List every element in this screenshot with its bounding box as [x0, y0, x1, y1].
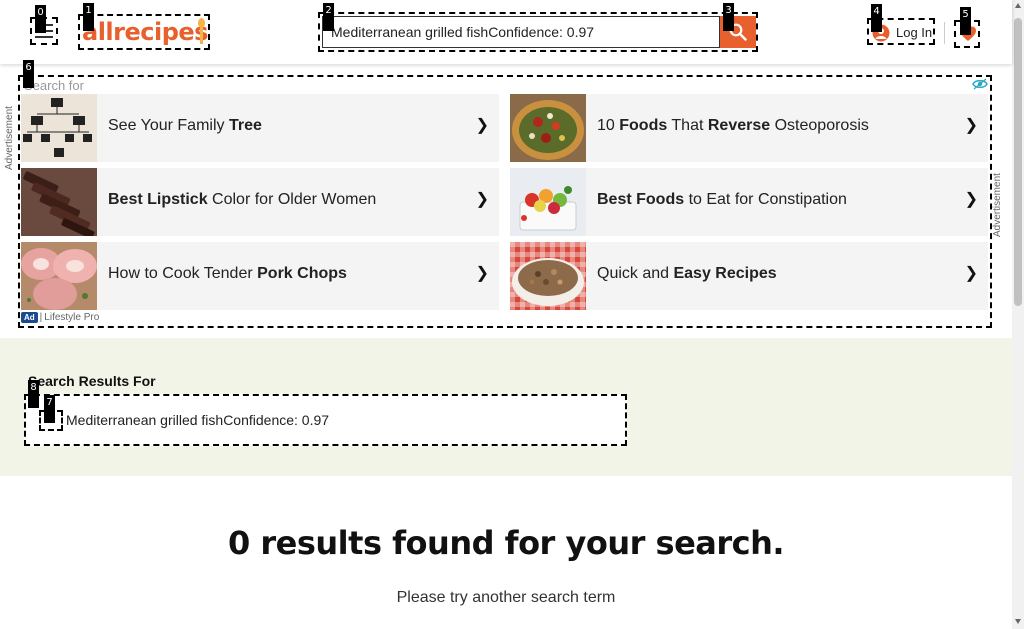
no-results-heading: 0 results found for your search. [227, 524, 785, 562]
casserole-thumbnail [510, 242, 586, 310]
site-logo[interactable]: allrecipes [78, 14, 210, 50]
scrollbar-thumb[interactable] [1014, 18, 1022, 306]
ad-item-text: Quick and Easy Recipes [597, 265, 777, 282]
eye-icon[interactable] [972, 78, 988, 90]
element-tag-0: 0 [35, 5, 46, 33]
ad-item-constipation[interactable]: Best Foods to Eat for Constipation ❯ [510, 168, 988, 236]
scroll-down-arrow-icon[interactable] [1015, 619, 1021, 624]
vertical-scrollbar[interactable] [1012, 0, 1024, 629]
chevron-right-icon: ❯ [475, 117, 489, 134]
ad-item-text: Best Lipstick Color for Older Women [108, 191, 377, 208]
lipstick-thumbnail [21, 168, 97, 236]
family-tree-thumbnail [21, 94, 97, 162]
ad-item-text: How to Cook Tender Pork Chops [108, 265, 347, 282]
chevron-right-icon: ❯ [964, 117, 978, 134]
chevron-right-icon: ❯ [475, 265, 489, 282]
ad-badge: Ad [21, 311, 38, 323]
element-tag-7: 7 [44, 395, 55, 423]
element-tag-1: 1 [83, 3, 94, 31]
ad-item-easy-recipes[interactable]: Quick and Easy Recipes ❯ [510, 242, 988, 310]
search-query-text: Mediterranean grilled fishConfidence: 0.… [66, 412, 330, 428]
try-another-message: Please try another search term [396, 589, 616, 606]
ad-item-family-tree[interactable]: See Your Family Tree ❯ [21, 94, 499, 162]
ad-item-pork-chops[interactable]: How to Cook Tender Pork Chops ❯ [21, 242, 499, 310]
element-tag-4: 4 [871, 4, 882, 32]
ad-item-osteoporosis[interactable]: 10 Foods That Reverse Osteoporosis ❯ [510, 94, 988, 162]
chevron-right-icon: ❯ [964, 265, 978, 282]
spoon-icon [198, 18, 205, 44]
chevron-right-icon: ❯ [475, 191, 489, 208]
ad-item-text: Best Foods to Eat for Constipation [597, 191, 847, 208]
search-results-heading: Search Results For [28, 373, 156, 389]
advertisement-label-right: Advertisement [992, 173, 1003, 237]
element-tag-5: 5 [960, 7, 971, 35]
element-tag-8: 8 [28, 380, 39, 408]
search-bar [318, 12, 758, 52]
scroll-up-arrow-icon[interactable] [1015, 3, 1021, 8]
salad-pie-thumbnail [510, 94, 586, 162]
element-tag-2: 2 [323, 3, 334, 31]
ad-provider[interactable]: Lifestyle Pro [44, 312, 99, 323]
ad-item-lipstick[interactable]: Best Lipstick Color for Older Women ❯ [21, 168, 499, 236]
element-tag-6: 6 [23, 60, 34, 88]
element-tag-3: 3 [723, 3, 734, 31]
advertisement-label-left: Advertisement [4, 106, 15, 170]
ad-footer: Ad | Lifestyle Pro [21, 311, 99, 323]
ad-item-text: 10 Foods That Reverse Osteoporosis [597, 117, 869, 134]
logo-text: allrecipes [82, 18, 208, 46]
chevron-right-icon: ❯ [964, 191, 978, 208]
fruit-bowl-thumbnail [510, 168, 586, 236]
login-label: Log In [896, 25, 933, 40]
site-header: allrecipes Log In [0, 0, 1012, 64]
pork-chops-thumbnail [21, 242, 97, 310]
ad-separator: | [39, 311, 43, 323]
header-divider [944, 22, 945, 44]
ad-item-text: See Your Family Tree [108, 117, 262, 134]
search-input[interactable] [322, 16, 720, 48]
